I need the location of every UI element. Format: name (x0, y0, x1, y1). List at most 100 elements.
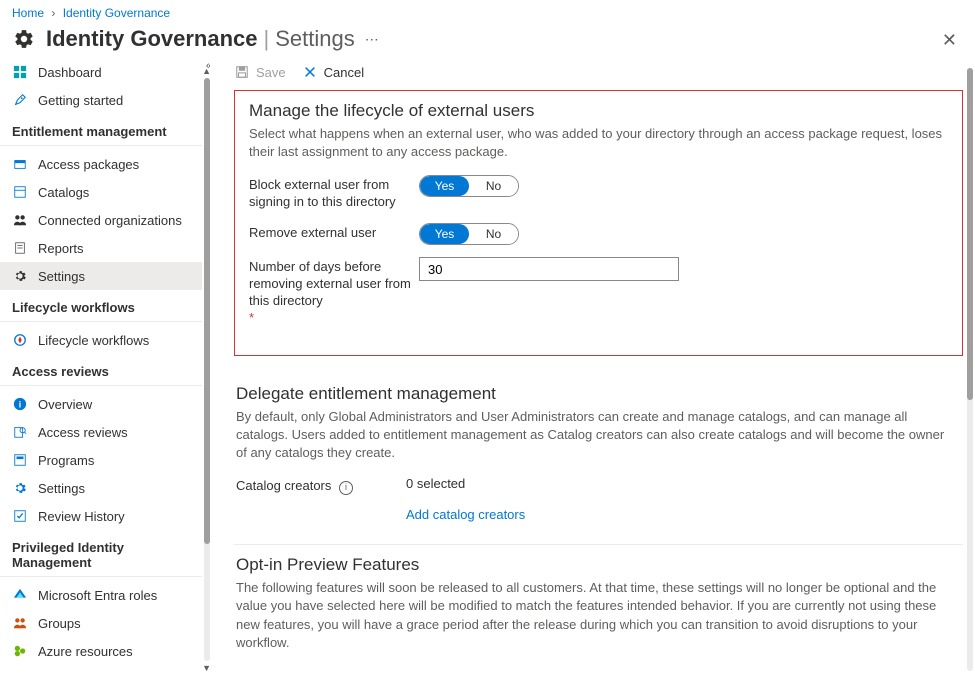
review-icon (12, 424, 28, 440)
sidebar: « ▲ Dashboard Getting started Entitlemen… (0, 58, 210, 671)
sidebar-item-access-packages[interactable]: Access packages (0, 150, 202, 178)
save-button[interactable]: Save (234, 64, 286, 80)
days-label: Number of days before removing external … (249, 257, 419, 327)
sidebar-item-label: Settings (38, 481, 85, 496)
sidebar-item-catalogs[interactable]: Catalogs (0, 178, 202, 206)
cancel-button[interactable]: Cancel (302, 64, 364, 80)
sidebar-item-settings[interactable]: Settings (0, 262, 202, 290)
sidebar-item-label: Access packages (38, 157, 139, 172)
sidebar-item-review-history[interactable]: Review History (0, 502, 202, 530)
toolbar: Save Cancel (234, 58, 963, 90)
sidebar-item-azure-resources[interactable]: Azure resources (0, 637, 202, 665)
lifecycle-desc: Select what happens when an external use… (249, 125, 948, 161)
entra-icon (12, 587, 28, 603)
scroll-up-icon[interactable]: ▲ (202, 66, 210, 76)
remove-label: Remove external user (249, 223, 419, 242)
sidebar-item-label: Reports (38, 241, 84, 256)
org-icon (12, 212, 28, 228)
sidebar-item-label: Catalogs (38, 185, 89, 200)
report-icon (12, 240, 28, 256)
nav-group-terms: Terms of use (0, 665, 202, 671)
package-icon (12, 156, 28, 172)
remove-yes[interactable]: Yes (420, 224, 469, 244)
preview-desc: The following features will soon be rele… (236, 579, 956, 652)
history-icon (12, 508, 28, 524)
gear-icon (12, 268, 28, 284)
svg-text:i: i (19, 400, 21, 410)
sidebar-item-getting-started[interactable]: Getting started (0, 86, 202, 114)
sidebar-item-programs[interactable]: Programs (0, 446, 202, 474)
sidebar-item-reports[interactable]: Reports (0, 234, 202, 262)
days-input[interactable] (419, 257, 679, 281)
dashboard-icon (12, 64, 28, 80)
nav-group-access-reviews: Access reviews (0, 354, 202, 386)
rocket-icon (12, 92, 28, 108)
preview-title: Opt-in Preview Features (236, 555, 963, 575)
block-yes[interactable]: Yes (420, 176, 469, 196)
sidebar-item-label: Access reviews (38, 425, 128, 440)
sidebar-item-overview[interactable]: i Overview (0, 390, 202, 418)
sidebar-item-label: Azure resources (38, 644, 133, 659)
sidebar-item-label: Lifecycle workflows (38, 333, 149, 348)
close-icon[interactable]: ✕ (942, 30, 957, 51)
breadcrumb-current[interactable]: Identity Governance (63, 6, 170, 20)
sidebar-item-label: Settings (38, 269, 85, 284)
divider (234, 544, 963, 545)
required-indicator: * (249, 310, 419, 327)
info-icon[interactable]: i (339, 481, 353, 495)
page-header: Identity Governance|Settings ⋯ ✕ (0, 26, 975, 58)
workflow-icon (12, 332, 28, 348)
sidebar-item-label: Groups (38, 616, 81, 631)
delegate-section: Delegate entitlement management By defau… (234, 384, 963, 522)
page-title-sub: Settings (275, 26, 355, 51)
add-catalog-creators-link[interactable]: Add catalog creators (406, 507, 525, 522)
delegate-desc: By default, only Global Administrators a… (236, 408, 956, 463)
block-no[interactable]: No (469, 176, 518, 196)
sidebar-item-label: Review History (38, 509, 125, 524)
sidebar-item-groups[interactable]: Groups (0, 609, 202, 637)
sidebar-item-label: Dashboard (38, 65, 102, 80)
program-icon (12, 452, 28, 468)
remove-toggle[interactable]: Yes No (419, 223, 519, 245)
more-icon[interactable]: ⋯ (365, 31, 379, 48)
sidebar-item-dashboard[interactable]: Dashboard (0, 58, 202, 86)
catalog-icon (12, 184, 28, 200)
gear-icon (12, 480, 28, 496)
preview-section: Opt-in Preview Features The following fe… (234, 555, 963, 671)
sidebar-item-label: Connected organizations (38, 213, 182, 228)
scroll-down-icon[interactable]: ▼ (202, 663, 210, 671)
save-label: Save (256, 65, 286, 80)
sidebar-item-access-reviews[interactable]: Access reviews (0, 418, 202, 446)
main-content: Save Cancel Manage the lifecycle of exte… (210, 58, 975, 671)
main-scrollbar[interactable] (967, 68, 973, 671)
azure-icon (12, 643, 28, 659)
nav-group-lifecycle: Lifecycle workflows (0, 290, 202, 322)
save-icon (234, 64, 250, 80)
breadcrumb: Home › Identity Governance (0, 0, 975, 26)
sidebar-item-connected-orgs[interactable]: Connected organizations (0, 206, 202, 234)
page-title-main: Identity Governance (46, 26, 258, 51)
nav-group-pim: Privileged Identity Management (0, 530, 202, 577)
preview-table-header: Feature name State (236, 666, 963, 671)
info-icon: i (12, 396, 28, 412)
chevron-right-icon: › (51, 6, 55, 20)
lifecycle-section: Manage the lifecycle of external users S… (234, 90, 963, 356)
page-title: Identity Governance|Settings (46, 26, 355, 52)
groups-icon (12, 615, 28, 631)
nav-group-entitlement: Entitlement management (0, 114, 202, 146)
sidebar-item-label: Overview (38, 397, 92, 412)
gear-icon (12, 27, 36, 51)
sidebar-item-lifecycle-workflows[interactable]: Lifecycle workflows (0, 326, 202, 354)
breadcrumb-home[interactable]: Home (12, 6, 44, 20)
sidebar-item-label: Programs (38, 453, 94, 468)
remove-no[interactable]: No (469, 224, 518, 244)
sidebar-item-ar-settings[interactable]: Settings (0, 474, 202, 502)
creators-label: Catalog creators i (236, 476, 406, 495)
sidebar-item-entra-roles[interactable]: Microsoft Entra roles (0, 581, 202, 609)
cancel-icon (302, 64, 318, 80)
cancel-label: Cancel (324, 65, 364, 80)
block-toggle[interactable]: Yes No (419, 175, 519, 197)
delegate-title: Delegate entitlement management (236, 384, 963, 404)
creators-value: 0 selected (406, 476, 465, 491)
block-label: Block external user from signing in to t… (249, 175, 419, 211)
